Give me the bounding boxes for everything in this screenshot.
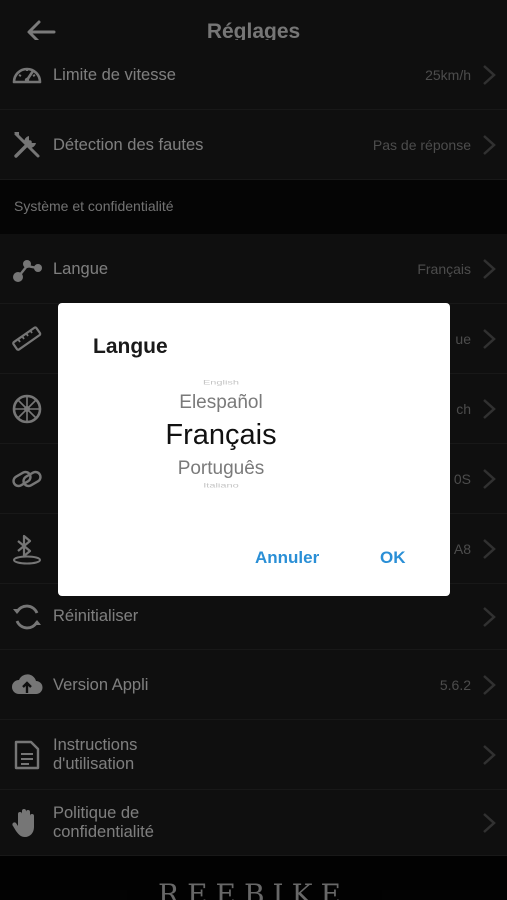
language-option[interactable]: Italiano (128, 483, 314, 490)
language-dialog: Langue English Elespañol Français Portug… (58, 303, 450, 596)
ok-button[interactable]: OK (380, 548, 406, 568)
language-option-selected[interactable]: Français (128, 419, 314, 452)
dialog-title: Langue (93, 335, 168, 358)
language-option[interactable]: Português (128, 458, 314, 480)
cancel-button[interactable]: Annuler (255, 548, 319, 568)
language-option[interactable]: English (128, 380, 314, 387)
language-option[interactable]: Elespañol (128, 392, 314, 414)
